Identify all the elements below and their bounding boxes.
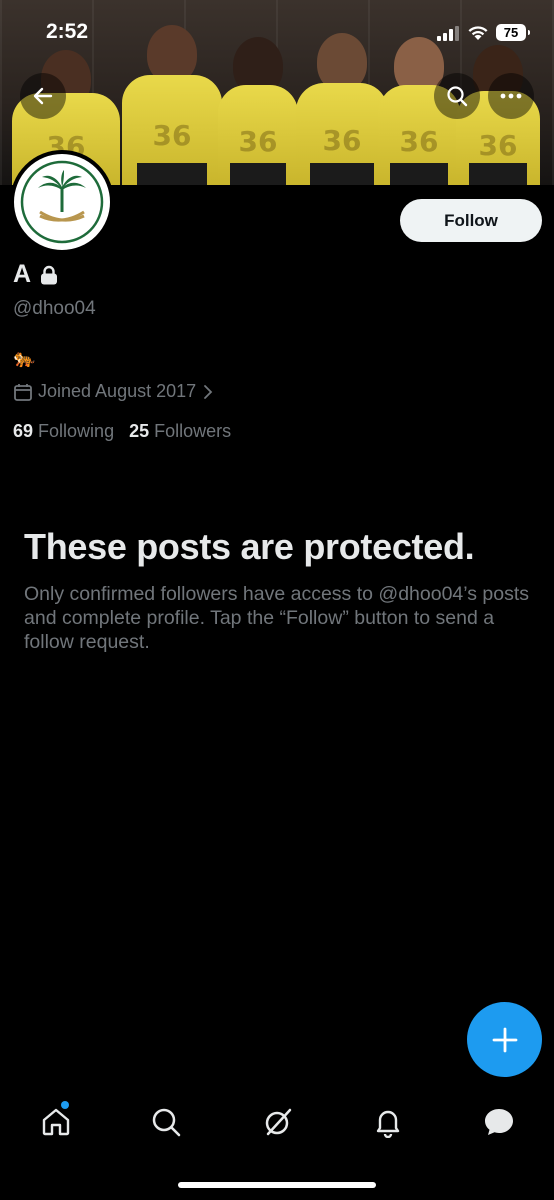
wifi-icon — [468, 26, 488, 40]
more-button[interactable] — [488, 73, 534, 119]
battery-indicator: 75 — [496, 24, 530, 41]
followers-count: 25 — [129, 421, 150, 441]
cellular-signal-icon — [437, 26, 459, 41]
followers-link[interactable]: 25 Followers — [129, 421, 231, 441]
message-icon[interactable] — [483, 1106, 515, 1138]
follow-button[interactable]: Follow — [400, 199, 542, 242]
home-indicator[interactable] — [178, 1182, 376, 1188]
joined-date-row[interactable]: Joined August 2017 — [13, 381, 214, 402]
protected-description: Only confirmed followers have access to … — [24, 583, 530, 653]
following-link[interactable]: 69 Following — [13, 421, 114, 441]
search-icon — [447, 86, 468, 107]
bottom-tab-bar — [0, 1090, 554, 1160]
more-icon — [500, 93, 522, 99]
status-time: 2:52 — [46, 20, 89, 43]
protected-title: These posts are protected. — [24, 526, 475, 567]
following-count: 69 — [13, 421, 34, 441]
search-button[interactable] — [434, 73, 480, 119]
grok-icon[interactable] — [262, 1106, 294, 1138]
followers-label: Followers — [154, 421, 232, 441]
follow-counts: 69 Following 25 Followers — [13, 421, 231, 442]
profile-handle: @dhoo04 — [13, 298, 96, 319]
calendar-icon — [14, 383, 32, 401]
lock-icon — [41, 265, 58, 284]
search-icon[interactable] — [150, 1106, 182, 1138]
following-label: Following — [38, 421, 115, 441]
home-notification-dot — [61, 1101, 69, 1109]
back-button[interactable] — [20, 73, 66, 119]
chevron-right-icon — [204, 384, 213, 399]
profile-avatar[interactable] — [10, 150, 114, 254]
status-bar: 2:52 75 — [0, 0, 554, 62]
palm-swords-emblem-icon — [20, 160, 104, 244]
compose-button[interactable] — [467, 1002, 542, 1077]
home-icon[interactable] — [40, 1106, 72, 1138]
profile-name-row: A — [13, 260, 58, 289]
profile-name: A — [13, 260, 32, 288]
profile-bio: 🐅 — [13, 348, 36, 368]
arrow-left-icon — [33, 87, 53, 105]
joined-date: Joined August 2017 — [38, 381, 197, 401]
plus-icon — [492, 1027, 517, 1052]
bell-icon[interactable] — [372, 1106, 404, 1138]
